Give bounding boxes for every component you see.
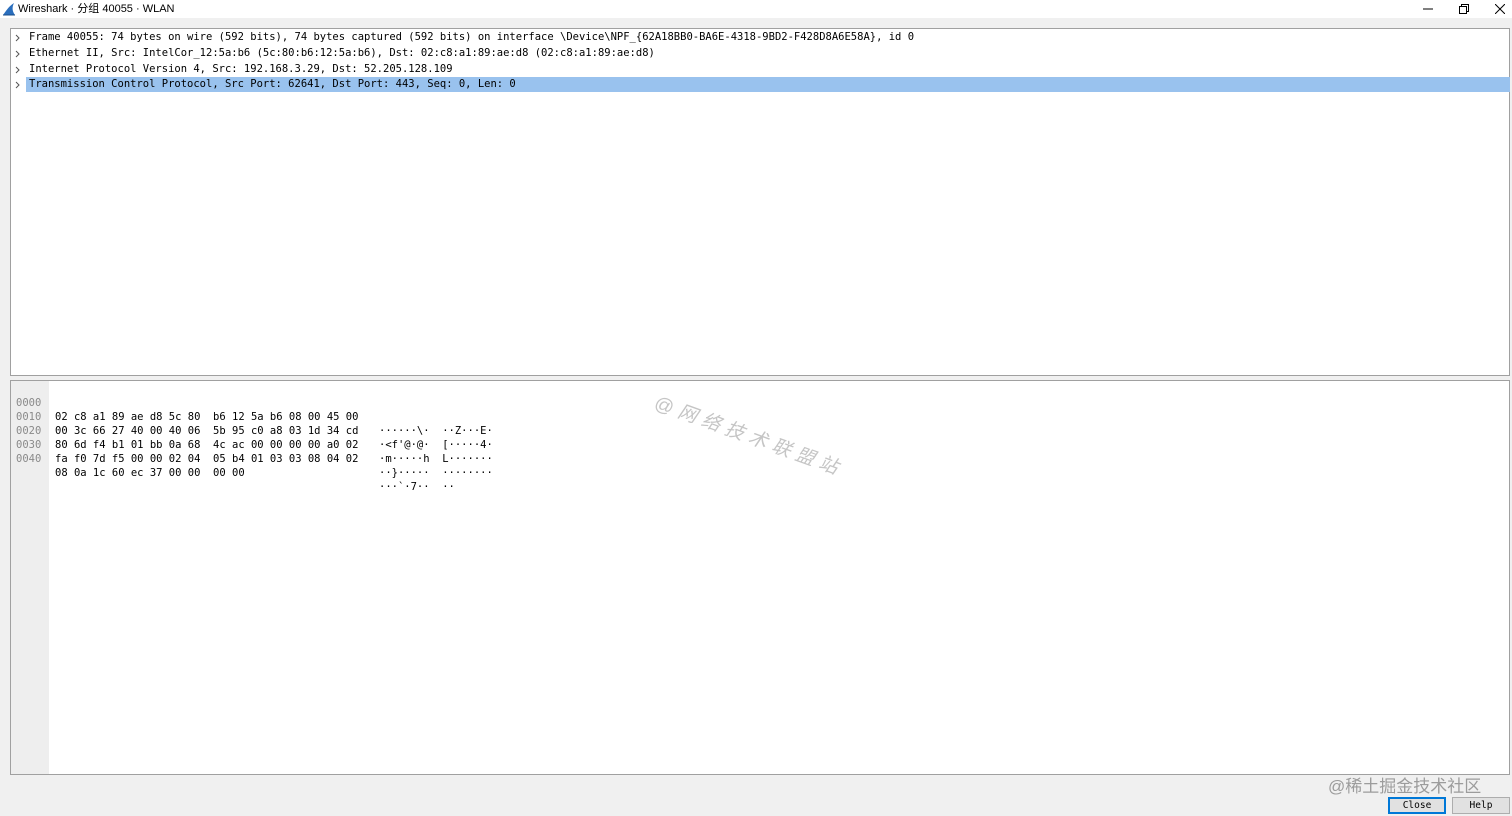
close-button[interactable]: Close: [1388, 797, 1446, 814]
watermark-corner: @稀土掘金技术社区: [1328, 777, 1482, 796]
hex-row[interactable]: 0040 08 0a 1c 60 ec 37 00 00 00 00 ···`·…: [11, 438, 611, 493]
hex-row[interactable]: 0020 80 6d f4 b1 01 bb 0a 68 4c ac 00 00…: [11, 410, 611, 465]
tree-row-tcp[interactable]: Transmission Control Protocol, Src Port:…: [26, 77, 1510, 92]
close-window-button[interactable]: [1482, 0, 1512, 18]
packet-details-pane[interactable]: Frame 40055: 74 bytes on wire (592 bits)…: [10, 28, 1510, 376]
tree-row-frame[interactable]: Frame 40055: 74 bytes on wire (592 bits)…: [11, 30, 1509, 45]
tree-row-label: Transmission Control Protocol, Src Port:…: [28, 77, 518, 92]
hex-offset: 0040: [16, 453, 42, 465]
hex-row[interactable]: 0030 fa f0 7d f5 00 00 02 04 05 b4 01 03…: [11, 424, 611, 479]
hex-ascii[interactable]: ·m·····h L·······: [379, 452, 493, 466]
chevron-right-icon[interactable]: [14, 34, 22, 42]
title-bar: Wireshark · 分组 40055 · WLAN: [0, 0, 1512, 18]
window-title: Wireshark · 分组 40055 · WLAN: [18, 3, 175, 15]
tree-row-ethernet[interactable]: Ethernet II, Src: IntelCor_12:5a:b6 (5c:…: [11, 46, 1509, 61]
tree-row-label: Frame 40055: 74 bytes on wire (592 bits)…: [29, 31, 915, 43]
hex-row[interactable]: 0000 02 c8 a1 89 ae d8 5c 80 b6 12 5a b6…: [11, 382, 611, 437]
restore-button[interactable]: [1446, 0, 1482, 18]
chevron-right-icon[interactable]: [14, 81, 22, 89]
tree-row-ipv4[interactable]: Internet Protocol Version 4, Src: 192.16…: [11, 62, 1509, 77]
chevron-right-icon[interactable]: [14, 50, 22, 58]
hex-bytes[interactable]: fa f0 7d f5 00 00 02 04 05 b4 01 03 03 0…: [55, 452, 358, 466]
tree-row-label: Ethernet II, Src: IntelCor_12:5a:b6 (5c:…: [29, 47, 655, 59]
hex-row[interactable]: 0010 00 3c 66 27 40 00 40 06 5b 95 c0 a8…: [11, 396, 611, 451]
chevron-right-icon[interactable]: [14, 66, 22, 74]
wireshark-fin-icon: [2, 2, 16, 16]
close-icon: [1495, 4, 1505, 14]
minimize-button[interactable]: [1410, 0, 1446, 18]
restore-icon: [1459, 4, 1469, 14]
tree-row-label: Internet Protocol Version 4, Src: 192.16…: [29, 63, 453, 75]
hex-ascii[interactable]: ···`·7·· ··: [379, 480, 455, 494]
hex-ascii[interactable]: ··}····· ········: [379, 466, 493, 480]
hex-bytes[interactable]: 08 0a 1c 60 ec 37 00 00 00 00: [55, 466, 245, 480]
minimize-icon: [1423, 8, 1433, 10]
help-button[interactable]: Help: [1452, 797, 1510, 814]
